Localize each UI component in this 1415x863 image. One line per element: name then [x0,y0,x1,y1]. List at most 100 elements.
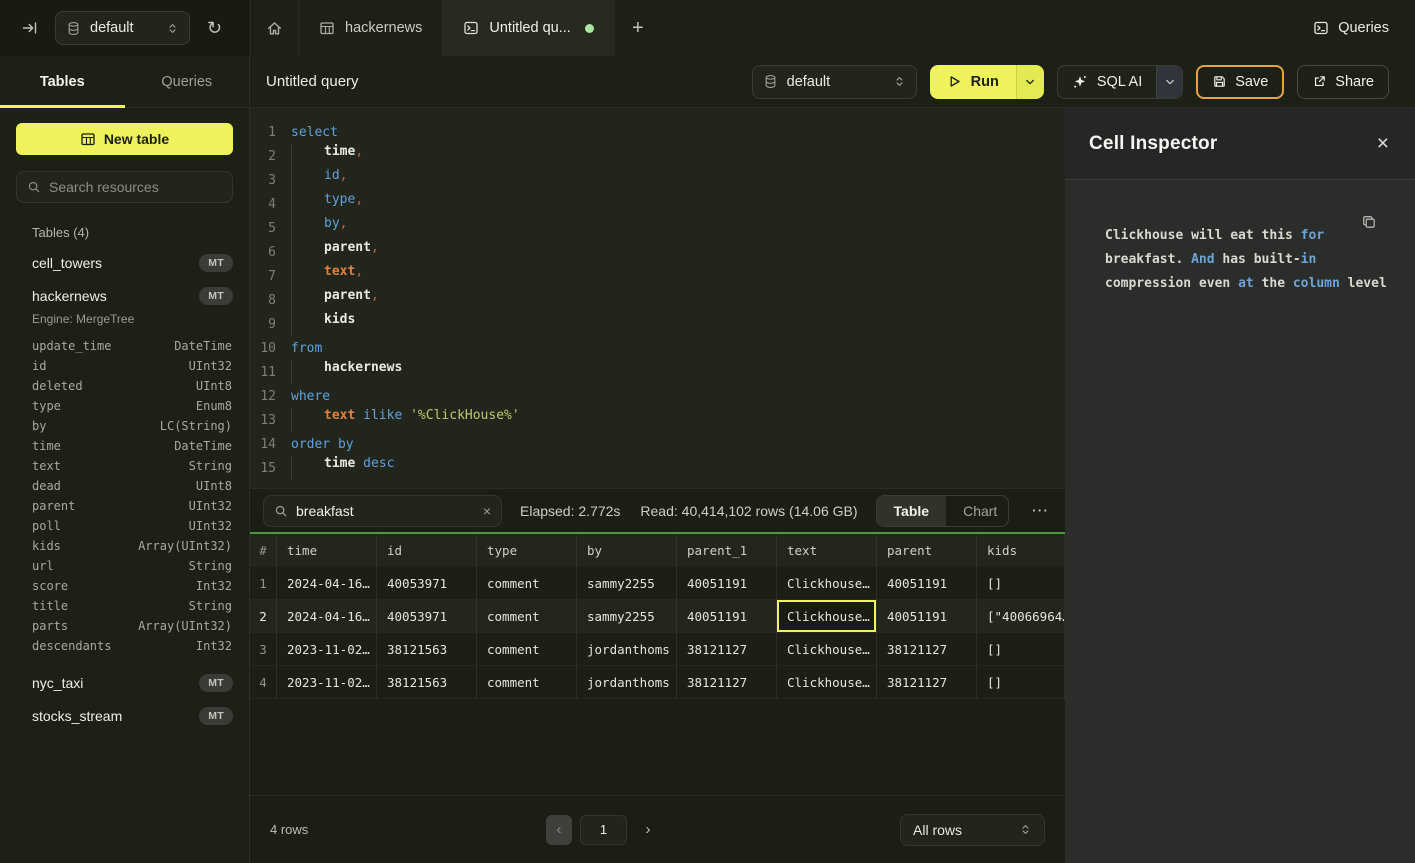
resource-search-input[interactable] [49,179,230,195]
column-header[interactable]: id [377,534,477,567]
table-cell[interactable]: 40051191 [677,567,777,599]
run-button-main[interactable]: Run [930,65,1016,99]
save-button[interactable]: Save [1196,65,1284,99]
table-item[interactable]: cell_towersMT [0,246,249,279]
code-line[interactable]: 2time, [250,144,1065,168]
column-header[interactable]: # [250,534,277,567]
query-database-selector[interactable]: default [752,65,917,99]
table-row[interactable]: 32023-11-02…38121563commentjordanthoms38… [250,633,1065,666]
table-cell[interactable]: 2024-04-16… [277,600,377,632]
prev-page-button[interactable]: ‹ [546,815,572,845]
table-cell[interactable]: [] [977,567,1065,599]
table-cell[interactable]: ["40066964… [977,600,1065,632]
view-toggle-table[interactable]: Table [877,496,947,526]
code-line[interactable]: 7text, [250,264,1065,288]
tab-hackernews[interactable]: hackernews [299,0,443,56]
new-table-button[interactable]: New table [16,123,233,155]
column-header[interactable]: parent [877,534,977,567]
code-line[interactable]: 11hackernews [250,360,1065,384]
row-number[interactable]: 3 [250,633,277,665]
table-cell[interactable]: 38121127 [877,666,977,698]
table-cell[interactable]: Clickhouse… [777,567,877,599]
topbar-database-selector[interactable]: default [55,11,190,45]
table-cell[interactable]: comment [477,633,577,665]
view-toggle-chart[interactable]: Chart [946,496,1009,526]
table-cell[interactable]: 2023-11-02… [277,666,377,698]
code-line[interactable]: 9kids [250,312,1065,336]
table-cell[interactable]: jordanthoms [577,666,677,698]
column-header[interactable]: type [477,534,577,567]
sql-ai-button[interactable]: SQL AI [1057,65,1183,99]
table-cell[interactable]: 40051191 [877,600,977,632]
table-cell[interactable]: 2024-04-16… [277,567,377,599]
refresh-button[interactable]: ↻ [207,18,222,39]
code-line[interactable]: 3id, [250,168,1065,192]
column-header[interactable]: parent_1 [677,534,777,567]
run-dropdown[interactable] [1016,65,1044,99]
table-cell[interactable]: comment [477,567,577,599]
table-cell[interactable]: 38121127 [677,666,777,698]
queries-button[interactable]: Queries [1313,0,1389,56]
code-line[interactable]: 13text ilike '%ClickHouse%' [250,408,1065,432]
run-button[interactable]: Run [930,65,1044,99]
code-line[interactable]: 6parent, [250,240,1065,264]
next-page-button[interactable]: › [633,815,663,845]
results-more-button[interactable]: ⋯ [1027,501,1052,521]
column-header[interactable]: kids [977,534,1065,567]
code-line[interactable]: 14order by [250,432,1065,456]
row-number[interactable]: 4 [250,666,277,698]
new-tab-button[interactable]: + [615,0,661,56]
table-item[interactable]: stocks_streamMT [0,699,249,732]
tab-untitled-query[interactable]: Untitled qu... [443,0,614,56]
code-line[interactable]: 5by, [250,216,1065,240]
page-size-selector[interactable]: All rows [900,814,1045,846]
table-cell[interactable]: 40053971 [377,567,477,599]
table-cell[interactable]: 38121563 [377,633,477,665]
table-cell[interactable]: Clickhouse… [777,666,877,698]
code-line[interactable]: 12where [250,384,1065,408]
sidebar-tab-tables[interactable]: Tables [0,56,125,107]
close-inspector-button[interactable]: × [1377,133,1389,154]
sidebar-tab-queries[interactable]: Queries [125,56,250,107]
code-line[interactable]: 10from [250,336,1065,360]
row-number[interactable]: 1 [250,567,277,599]
table-cell[interactable]: 38121127 [877,633,977,665]
share-button[interactable]: Share [1297,65,1389,99]
table-cell[interactable]: comment [477,600,577,632]
table-cell[interactable]: Clickhouse… [777,600,877,632]
table-row[interactable]: 12024-04-16…40053971commentsammy22554005… [250,567,1065,600]
code-line[interactable]: 15time desc [250,456,1065,480]
table-row[interactable]: 42023-11-02…38121563commentjordanthoms38… [250,666,1065,699]
code-line[interactable]: 8parent, [250,288,1065,312]
page-number-input[interactable]: 1 [580,815,627,845]
table-cell[interactable]: 2023-11-02… [277,633,377,665]
sql-ai-main[interactable]: SQL AI [1058,66,1156,98]
code-line[interactable]: 1select [250,120,1065,144]
results-search-input[interactable] [296,503,475,519]
table-cell[interactable]: sammy2255 [577,567,677,599]
sql-editor[interactable]: 1select2time,3id,4type,5by,6parent,7text… [250,108,1065,488]
column-header[interactable]: text [777,534,877,567]
table-cell[interactable]: sammy2255 [577,600,677,632]
column-header[interactable]: time [277,534,377,567]
table-cell[interactable]: [] [977,666,1065,698]
table-cell[interactable]: comment [477,666,577,698]
row-number[interactable]: 2 [250,600,277,632]
code-line[interactable]: 4type, [250,192,1065,216]
table-cell[interactable]: jordanthoms [577,633,677,665]
sql-ai-dropdown[interactable] [1156,66,1182,98]
copy-cell-button[interactable] [1361,214,1377,233]
table-cell[interactable]: 38121563 [377,666,477,698]
table-cell[interactable]: 40053971 [377,600,477,632]
table-cell[interactable]: 40051191 [677,600,777,632]
table-cell[interactable]: Clickhouse… [777,633,877,665]
table-item[interactable]: nyc_taxiMT [0,666,249,699]
table-row[interactable]: 22024-04-16…40053971commentsammy22554005… [250,600,1065,633]
table-item[interactable]: hackernewsMT [0,279,249,312]
clear-search-button[interactable]: × [483,503,491,519]
collapse-sidebar-button[interactable] [22,20,38,36]
column-header[interactable]: by [577,534,677,567]
table-cell[interactable]: [] [977,633,1065,665]
table-cell[interactable]: 38121127 [677,633,777,665]
tab-home[interactable] [251,0,299,56]
